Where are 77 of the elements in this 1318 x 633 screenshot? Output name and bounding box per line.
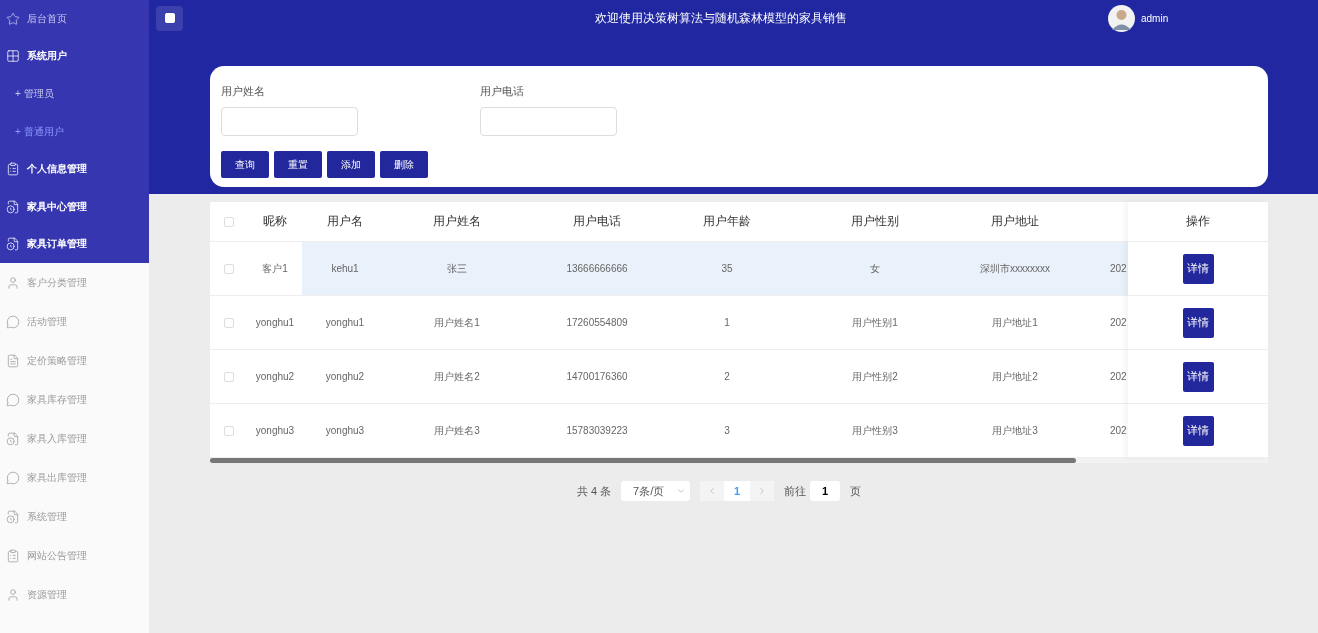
sidebar-subitem[interactable]: + 管理员 [0,75,149,113]
column-header: 用户名 [326,213,364,230]
menu-button[interactable] [156,5,183,31]
table-cell-text: yonghu2 [324,370,366,384]
page-size-select[interactable]: 7条/页 [621,481,691,501]
caret-icon [676,486,687,496]
sidebar-item[interactable]: 家具中心管理 [0,187,149,226]
column-header: 用户姓名 [432,213,482,230]
action-button[interactable]: 添加 [327,151,375,178]
column-header: 用户年龄 [702,213,752,230]
column-header: 用户地址 [990,213,1040,230]
input-field[interactable] [480,107,617,136]
table-cell: 35 [668,242,786,295]
sidebar-item[interactable]: 家具订单管理 [0,225,149,264]
table-cell-text: 用户性别2 [851,369,899,384]
field-label: 用户姓名 [221,84,266,99]
table-cell-text: yonghu1 [254,316,296,330]
table-cell-text: 用户性别3 [851,423,899,438]
checkbox[interactable] [224,371,234,382]
column-header: 操作 [1128,202,1268,242]
field-label: 用户电话 [480,84,525,99]
table-cell-text: 用户地址2 [991,369,1039,384]
table-cell-text: 用户姓名2 [433,369,481,384]
sidebar-item[interactable]: 系统用户 [0,37,149,76]
table-cell: 女 [786,242,964,295]
table-cell-text: 用户地址3 [991,423,1039,438]
table-cell: 张三 [388,242,526,295]
table-cell-text: 14700176360 [565,370,629,384]
checkbox[interactable] [224,216,234,227]
table-cell-text: 用户姓名1 [433,315,481,330]
sidebar-item[interactable]: 后台首页 [0,0,149,38]
page-input[interactable]: 1 [810,481,841,501]
input-field[interactable] [221,107,358,136]
table-cell: 202 [1066,242,1128,295]
table-cell-text: yonghu3 [324,424,366,438]
table-cell-text: 3 [723,424,731,438]
sidebar-item[interactable]: 个人信息管理 [0,150,149,188]
table-cell-text: 客户1 [261,261,289,276]
prev-page-button[interactable] [700,481,725,501]
action-button[interactable]: 查询 [221,151,269,178]
page-suffix: 页 [850,483,862,499]
table-cell-text: 2 [723,370,731,384]
details-button[interactable]: 详情 [1182,253,1214,284]
checkbox[interactable] [224,317,234,328]
table-cell-text: 202 [1109,316,1128,330]
checkbox[interactable] [224,425,234,436]
column-header: 用户性别 [850,213,900,230]
table-cell-text: yonghu1 [324,316,366,330]
table-cell-text: yonghu2 [254,370,296,384]
details-button[interactable]: 详情 [1182,415,1214,446]
action-button[interactable]: 重置 [274,151,322,178]
table-cell-text: 202 [1109,424,1128,438]
page-title: 欢迎使用决策树算法与随机森林模型的家具销售 [593,9,848,27]
avatar [1108,4,1135,32]
user-name: admin [1141,12,1169,24]
table-cell: kehu1 [302,242,388,295]
table-cell-text: 用户姓名3 [433,423,481,438]
details-button[interactable]: 详情 [1182,307,1214,338]
table-cell-text: 202 [1109,370,1128,384]
action-button[interactable]: 删除 [380,151,428,178]
total-count: 共 4 条 [576,483,612,499]
table-cell-text: 15783039223 [565,424,629,438]
scrollbar[interactable] [210,458,1268,463]
table-cell-text: 用户地址1 [991,315,1039,330]
sidebar-subitem[interactable]: + 普通用户 [0,112,149,151]
next-page-button[interactable] [750,481,775,501]
table-cell: 深圳市xxxxxxxx [964,242,1066,295]
table-cell-text: 17260554809 [565,316,629,330]
goto-label: 前往 [784,483,807,499]
table-cell-text: yonghu3 [254,424,296,438]
column-header: 昵称 [262,213,288,230]
column-header: 用户电话 [572,213,622,230]
table-cell-text: 1 [723,316,731,330]
details-button[interactable]: 详情 [1182,361,1214,392]
checkbox[interactable] [224,263,234,274]
table-cell-text: 用户性别1 [851,315,899,330]
table-cell: 13666666666 [526,242,668,295]
